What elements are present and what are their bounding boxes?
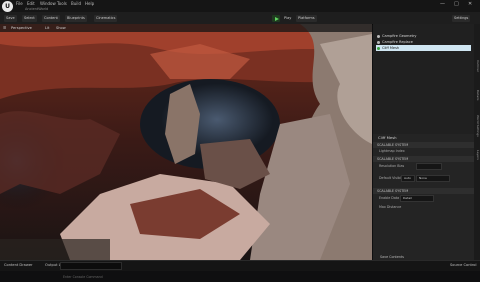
platforms-button[interactable]: Platforms bbox=[296, 15, 317, 22]
eye-icon[interactable] bbox=[377, 34, 380, 38]
eye-icon[interactable] bbox=[377, 40, 380, 44]
project-name: AncientWorld bbox=[25, 7, 49, 11]
side-tab[interactable]: Outliner bbox=[474, 60, 480, 72]
outliner-item-label: Campfire Replace bbox=[382, 40, 413, 44]
cinematics-button[interactable]: Cinematics bbox=[94, 15, 118, 22]
side-tab[interactable]: Details bbox=[474, 90, 480, 100]
maximize-button[interactable]: □ bbox=[454, 1, 459, 7]
side-tab[interactable]: Layers bbox=[474, 150, 480, 160]
outliner-item-label: Cliff Mesh bbox=[382, 46, 400, 50]
console-placeholder: Enter Console Command bbox=[63, 274, 103, 279]
close-button[interactable]: ✕ bbox=[468, 1, 472, 7]
outliner-item-selected[interactable]: Cliff Mesh bbox=[376, 45, 471, 51]
outliner-item-label: Campfire Geometry bbox=[382, 34, 417, 38]
menu-edit[interactable]: Edit bbox=[27, 1, 35, 6]
content-drawer-button[interactable]: Content Drawer bbox=[4, 263, 33, 267]
menu-tools[interactable]: Tools bbox=[57, 1, 67, 6]
canyon-scene-image bbox=[0, 24, 372, 260]
blueprints-button[interactable]: Blueprints bbox=[65, 15, 87, 22]
menu-build[interactable]: Build bbox=[71, 1, 81, 6]
viewport-menu-icon[interactable]: ☰ bbox=[3, 26, 6, 30]
property-field[interactable]: Detail bbox=[400, 195, 434, 202]
side-tab[interactable]: World Settings bbox=[474, 115, 480, 137]
property-field[interactable] bbox=[416, 163, 442, 170]
lit-button[interactable]: Lit bbox=[45, 26, 49, 30]
perspective-button[interactable]: Perspective bbox=[11, 26, 32, 30]
menu-window[interactable]: Window bbox=[40, 1, 56, 6]
unreal-logo-icon[interactable]: U bbox=[2, 1, 13, 12]
console-input[interactable]: Enter Console Command bbox=[60, 261, 122, 279]
property-label: Max Distance bbox=[379, 205, 402, 209]
source-control-button[interactable]: Source Control bbox=[450, 263, 476, 267]
details-section-header[interactable]: SCALABLE SYSTEM bbox=[373, 142, 474, 148]
property-label: Enable Data bbox=[379, 196, 400, 200]
auto-field[interactable]: Auto bbox=[401, 175, 415, 182]
play-label[interactable]: Play bbox=[282, 15, 293, 22]
eye-icon[interactable] bbox=[377, 46, 380, 50]
content-button[interactable]: Content bbox=[42, 15, 60, 22]
section-label: SCALABLE SYSTEM bbox=[377, 157, 409, 161]
menu-help[interactable]: Help bbox=[85, 1, 94, 6]
show-button[interactable]: Show bbox=[56, 26, 66, 30]
save-contents-link[interactable]: Save Contents bbox=[380, 255, 404, 259]
select-mode-button[interactable]: Select bbox=[22, 15, 37, 22]
play-icon bbox=[274, 16, 279, 21]
settings-button[interactable]: Settings bbox=[452, 15, 471, 22]
details-title: Cliff Mesh bbox=[378, 135, 397, 140]
save-button[interactable]: Save bbox=[4, 15, 17, 22]
minimize-button[interactable]: — bbox=[440, 1, 445, 7]
section-label: SCALABLE SYSTEM bbox=[377, 143, 409, 147]
details-section-header[interactable]: SCALABLE SYSTEM bbox=[373, 156, 474, 162]
details-section-header[interactable]: SCALABLE SYSTEM bbox=[373, 188, 474, 194]
menu-file[interactable]: File bbox=[16, 1, 23, 6]
property-label: Resolution Bias bbox=[379, 164, 405, 168]
visibility-dropdown[interactable]: None bbox=[416, 175, 450, 182]
level-viewport[interactable] bbox=[0, 24, 372, 260]
property-label: Lightmap Index bbox=[379, 149, 405, 153]
section-label: SCALABLE SYSTEM bbox=[377, 189, 409, 193]
